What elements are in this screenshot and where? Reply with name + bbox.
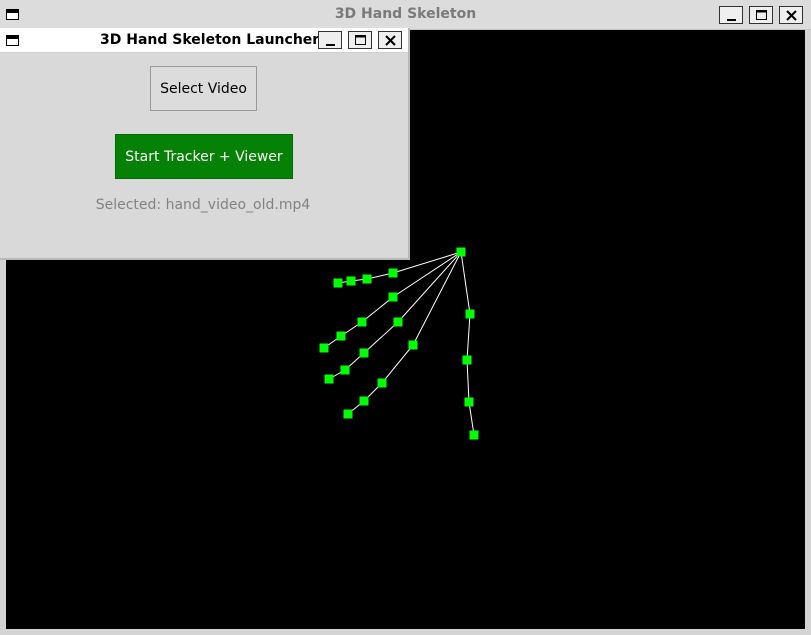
bone-4-3 xyxy=(468,401,475,436)
maximize-icon xyxy=(355,35,366,45)
launcher-title: 3D Hand Skeleton Launcher xyxy=(100,32,320,48)
joint-marker xyxy=(319,343,329,353)
joint-marker xyxy=(362,274,372,284)
joint-marker xyxy=(408,340,418,350)
joint-marker xyxy=(343,409,353,419)
joint-marker xyxy=(359,348,369,358)
launcher-close-button[interactable] xyxy=(378,31,402,49)
joint-marker xyxy=(359,396,369,406)
joint-marker xyxy=(464,397,474,407)
launcher-dialog: 3D Hand Skeleton Launcher Select Video S… xyxy=(0,28,410,260)
bone-2-1 xyxy=(363,321,399,354)
bone-4-0 xyxy=(460,251,471,315)
launcher-titlebar[interactable]: 3D Hand Skeleton Launcher xyxy=(0,28,408,53)
joint-marker xyxy=(357,317,367,327)
joint-marker xyxy=(469,430,479,440)
joint-marker xyxy=(324,374,334,384)
bone-3-0 xyxy=(412,251,462,346)
window-menu-icon[interactable] xyxy=(6,35,19,46)
joint-marker xyxy=(346,276,356,286)
maximize-icon xyxy=(756,10,767,20)
close-icon xyxy=(385,35,396,46)
joint-marker xyxy=(388,292,398,302)
close-button[interactable] xyxy=(779,6,803,24)
start-tracker-viewer-button[interactable]: Start Tracker + Viewer xyxy=(115,134,293,179)
wrist-joint xyxy=(456,247,466,257)
joint-marker xyxy=(340,365,350,375)
bone-4-1 xyxy=(466,313,471,361)
minimize-icon xyxy=(326,44,335,46)
minimize-icon xyxy=(727,19,736,21)
launcher-body: Select Video Start Tracker + Viewer Sele… xyxy=(6,53,404,253)
bone-4-2 xyxy=(466,359,470,403)
main-titlebar[interactable]: 3D Hand Skeleton xyxy=(0,0,811,30)
selected-file-label: Selected: hand_video_old.mp4 xyxy=(95,197,311,213)
joint-marker xyxy=(465,309,475,319)
joint-marker xyxy=(462,355,472,365)
main-window-title: 3D Hand Skeleton xyxy=(334,6,477,22)
joint-marker xyxy=(336,331,346,341)
launcher-minimize-button[interactable] xyxy=(318,31,342,49)
joint-marker xyxy=(333,278,343,288)
joint-marker xyxy=(377,378,387,388)
joint-marker xyxy=(393,317,403,327)
bone-3-1 xyxy=(381,344,414,384)
maximize-button[interactable] xyxy=(749,6,773,24)
bone-1-1 xyxy=(361,296,394,323)
select-video-button[interactable]: Select Video xyxy=(150,66,257,111)
joint-marker xyxy=(388,268,398,278)
launcher-maximize-button[interactable] xyxy=(348,31,372,49)
close-icon xyxy=(786,10,797,21)
minimize-button[interactable] xyxy=(719,6,743,24)
